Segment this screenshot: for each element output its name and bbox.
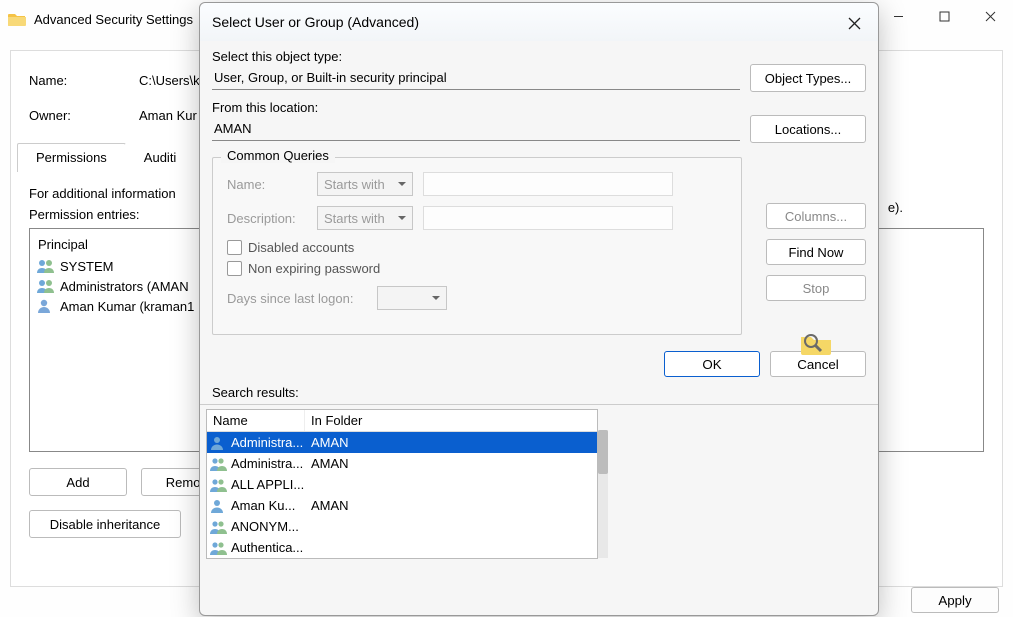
result-name: Administra... — [231, 435, 307, 450]
cq-name-label: Name: — [227, 177, 307, 192]
bg-window-title: Advanced Security Settings — [34, 12, 193, 27]
disable-inheritance-button[interactable]: Disable inheritance — [29, 510, 181, 538]
cq-name-match-select[interactable]: Starts with — [317, 172, 413, 196]
result-folder: AMAN — [307, 456, 349, 471]
days-since-select[interactable] — [377, 286, 447, 310]
col-name[interactable]: Name — [207, 410, 305, 431]
locations-button[interactable]: Locations... — [750, 115, 866, 143]
select-user-group-dialog: Select User or Group (Advanced) Select t… — [199, 2, 879, 616]
col-in-folder[interactable]: In Folder — [305, 410, 597, 431]
days-since-label: Days since last logon: — [227, 291, 367, 306]
owner-value: Aman Kur — [139, 108, 197, 123]
dialog-title: Select User or Group (Advanced) — [200, 3, 878, 41]
find-now-button[interactable]: Find Now — [766, 239, 866, 265]
name-value: C:\Users\k — [139, 73, 200, 88]
permission-entry-name: SYSTEM — [60, 259, 113, 274]
name-label: Name: — [29, 73, 139, 88]
search-result-row[interactable]: ALL APPLI... — [207, 474, 597, 495]
stop-button[interactable]: Stop — [766, 275, 866, 301]
object-type-label: Select this object type: — [212, 49, 866, 64]
search-results-list[interactable]: Name In Folder Administra...AMANAdminist… — [206, 409, 598, 559]
cq-desc-input[interactable] — [423, 206, 673, 230]
search-result-row[interactable]: Administra...AMAN — [207, 453, 597, 474]
result-name: ANONYM... — [231, 519, 307, 534]
ok-button[interactable]: OK — [664, 351, 760, 377]
scrollbar-thumb[interactable] — [598, 430, 608, 474]
from-location-field[interactable] — [212, 117, 740, 141]
search-result-row[interactable]: Authentica... — [207, 537, 597, 558]
minimize-button[interactable] — [875, 0, 921, 32]
search-folder-icon — [799, 329, 833, 357]
search-result-row[interactable]: ANONYM... — [207, 516, 597, 537]
right-button-column: Columns... Find Now Stop — [766, 203, 866, 357]
cq-desc-match-select[interactable]: Starts with — [317, 206, 413, 230]
common-queries-legend: Common Queries — [221, 148, 335, 163]
close-button[interactable] — [967, 0, 1013, 32]
truncated-text: e). — [888, 200, 903, 215]
search-result-row[interactable]: Administra...AMAN — [207, 432, 597, 453]
search-results-header: Name In Folder — [207, 410, 597, 432]
result-name: Aman Ku... — [231, 498, 307, 513]
checkbox-icon — [227, 240, 242, 255]
add-button[interactable]: Add — [29, 468, 127, 496]
object-types-button[interactable]: Object Types... — [750, 64, 866, 92]
folder-icon — [8, 12, 26, 26]
object-type-field[interactable] — [212, 66, 740, 90]
result-name: Authentica... — [231, 540, 307, 555]
owner-label: Owner: — [29, 108, 139, 123]
maximize-button[interactable] — [921, 0, 967, 32]
cq-name-input[interactable] — [423, 172, 673, 196]
result-folder: AMAN — [307, 498, 349, 513]
result-folder: AMAN — [307, 435, 349, 450]
permission-entry-name: Aman Kumar (kraman1 — [60, 299, 194, 314]
search-results-label: Search results: — [200, 383, 878, 402]
tab-permissions[interactable]: Permissions — [17, 143, 126, 172]
tab-auditing[interactable]: Auditi — [125, 143, 196, 172]
columns-button[interactable]: Columns... — [766, 203, 866, 229]
close-icon — [848, 17, 861, 30]
window-controls — [875, 0, 1013, 32]
checkbox-icon — [227, 261, 242, 276]
search-result-row[interactable]: Aman Ku...AMAN — [207, 495, 597, 516]
disabled-accounts-checkbox[interactable]: Disabled accounts — [227, 240, 727, 255]
non-expiring-checkbox[interactable]: Non expiring password — [227, 261, 727, 276]
result-name: Administra... — [231, 456, 307, 471]
permission-entry-name: Administrators (AMAN — [60, 279, 189, 294]
results-scrollbar[interactable] — [598, 430, 608, 558]
from-location-label: From this location: — [212, 100, 866, 115]
common-queries-group: Common Queries Name: Starts with Descrip… — [212, 157, 742, 335]
cq-desc-label: Description: — [227, 211, 307, 226]
result-name: ALL APPLI... — [231, 477, 307, 492]
dialog-close-button[interactable] — [838, 9, 870, 37]
apply-button[interactable]: Apply — [911, 587, 999, 613]
